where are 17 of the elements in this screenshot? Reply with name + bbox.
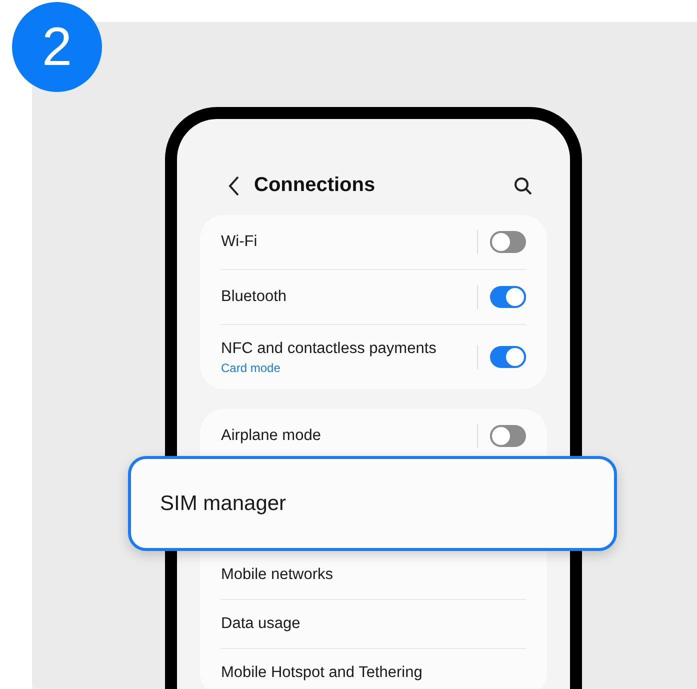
toggle-switch[interactable]: [490, 425, 526, 447]
step-number-badge: 2: [12, 2, 102, 92]
highlighted-menu-item[interactable]: SIM manager: [128, 456, 617, 551]
setting-label[interactable]: Data usage: [221, 615, 300, 633]
setting-label: Bluetooth: [221, 288, 288, 306]
search-icon[interactable]: [514, 176, 532, 194]
toggle-switch[interactable]: [490, 286, 526, 308]
setting-label[interactable]: Mobile networks: [221, 566, 333, 584]
setting-label: Airplane mode: [221, 427, 322, 445]
setting-label[interactable]: Mobile Hotspot and Tethering: [221, 664, 422, 682]
setting-subtitle: Card mode: [221, 360, 282, 374]
setting-label: Wi-Fi: [221, 233, 258, 251]
setting-label: NFC and contactless payments: [221, 340, 438, 358]
toggle-switch[interactable]: [490, 231, 526, 253]
screen-title: Connections: [254, 174, 376, 197]
toggle-switch[interactable]: [490, 346, 526, 368]
back-icon[interactable]: [228, 176, 240, 196]
